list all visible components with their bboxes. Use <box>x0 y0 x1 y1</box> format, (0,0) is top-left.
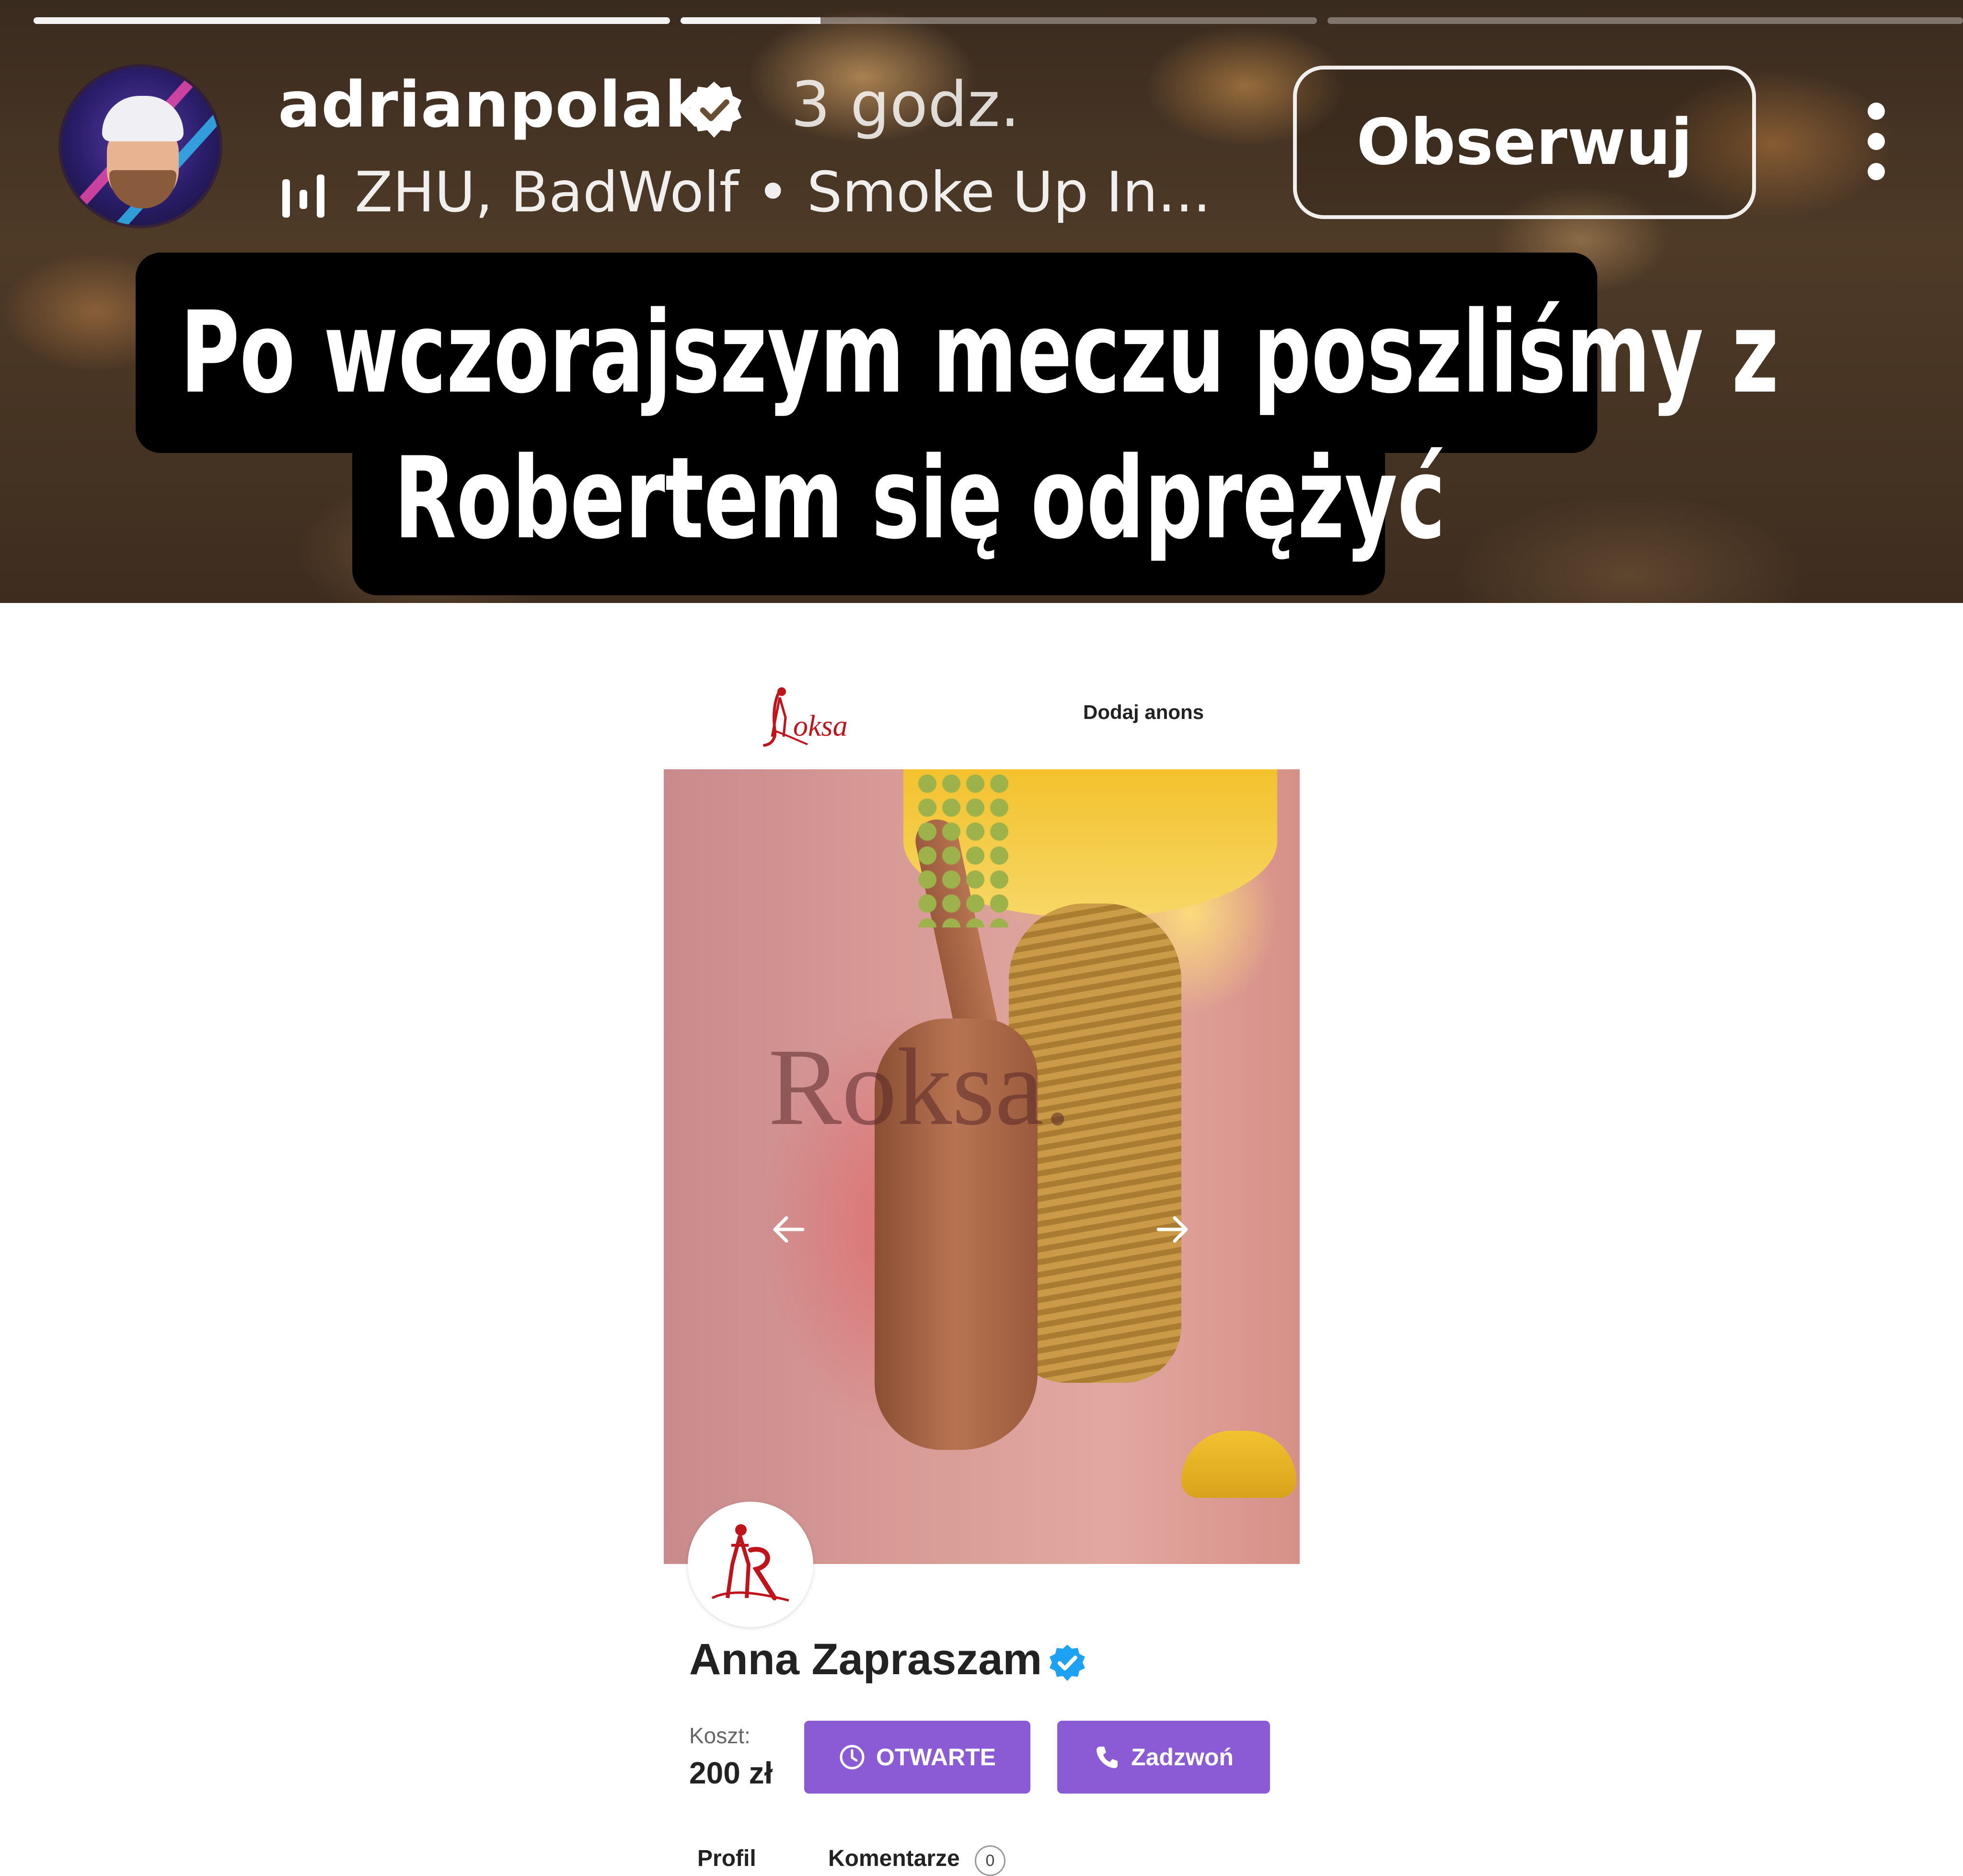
story-screenshot: adrianpolak 3 godz. ZHU, BadWolf • Smoke… <box>0 0 1963 603</box>
photo-watermark: Roksa. <box>768 1026 1072 1148</box>
story-progress-fill <box>34 17 670 24</box>
prev-arrow-icon[interactable] <box>769 1210 808 1249</box>
photo-bananas <box>1181 1431 1296 1498</box>
story-progress-fill <box>681 17 821 24</box>
avatar-beard <box>109 170 176 208</box>
clock-icon <box>840 1745 865 1770</box>
follow-button[interactable]: Obserwuj <box>1293 66 1756 219</box>
tab-comments[interactable]: Komentarze <box>828 1845 960 1872</box>
svg-text:oksa: oksa <box>793 710 848 742</box>
story-time: 3 godz. <box>791 68 1020 141</box>
call-button[interactable]: Zadzwoń <box>1057 1721 1270 1794</box>
call-label: Zadzwoń <box>1131 1744 1234 1771</box>
listing-photo[interactable]: Roksa. <box>664 769 1300 1564</box>
cost-value: 200 zł <box>689 1756 773 1790</box>
verified-badge-icon <box>686 81 742 138</box>
phone-icon <box>1097 1747 1118 1768</box>
avatar-cap <box>102 96 184 141</box>
cost-label: Koszt: <box>689 1723 751 1748</box>
tab-profile[interactable]: Profil <box>697 1845 756 1872</box>
roksa-avatar-logo <box>711 1524 789 1602</box>
open-status-button[interactable]: OTWARTE <box>804 1721 1030 1794</box>
open-status-label: OTWARTE <box>876 1744 996 1771</box>
roksa-logo[interactable]: oksa <box>745 683 860 750</box>
add-listing-link[interactable]: Dodaj anons <box>1083 701 1204 724</box>
comments-count-badge: 0 <box>975 1845 1005 1876</box>
music-label[interactable]: ZHU, BadWolf • Smoke Up In... <box>355 160 1211 225</box>
story-progress-1 <box>34 17 670 24</box>
caption-line-1: Po wczorajszym meczu poszliśmy z <box>180 288 1779 418</box>
photo-grapes <box>913 769 1009 927</box>
profile-avatar[interactable] <box>688 1502 813 1627</box>
verified-icon <box>1050 1644 1085 1681</box>
story-progress-3 <box>1328 17 1963 24</box>
caption-line-2: Robertem się odprężyć <box>394 433 1446 564</box>
story-username[interactable]: adrianpolak <box>278 68 707 142</box>
story-progress-2 <box>681 17 1317 24</box>
music-bars-icon <box>282 174 324 218</box>
profile-name: Anna Zapraszam <box>689 1635 1042 1684</box>
next-arrow-icon[interactable] <box>1154 1210 1192 1249</box>
story-avatar[interactable] <box>61 67 219 225</box>
more-menu-icon[interactable] <box>1859 101 1893 182</box>
